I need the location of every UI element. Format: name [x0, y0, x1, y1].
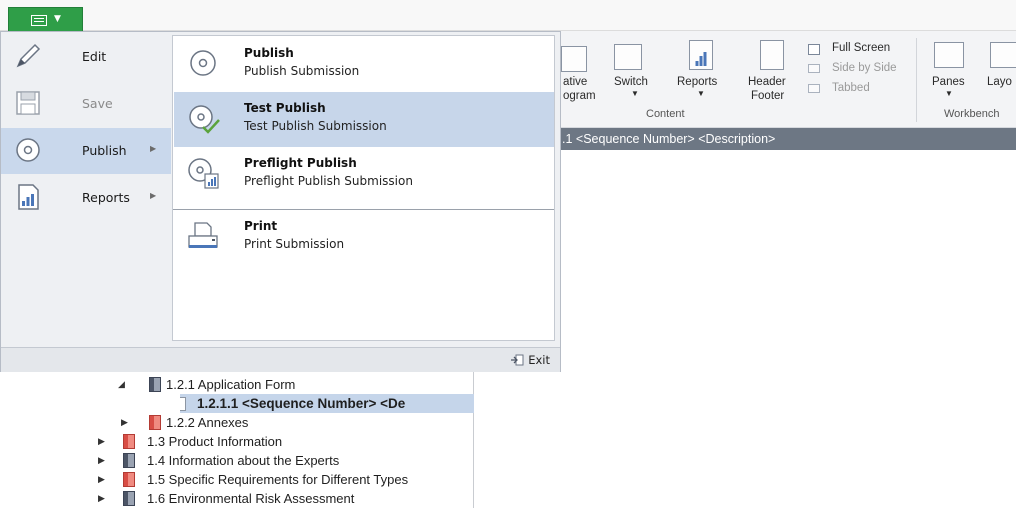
application-menu-button[interactable]: ▼	[8, 7, 83, 32]
submenu-item-description: Preflight Publish Submission	[244, 174, 413, 188]
expand-closed-icon[interactable]: ▶	[98, 451, 105, 470]
book-icon	[123, 453, 135, 468]
tree-row-label: 1.5 Specific Requirements for Different …	[147, 472, 409, 487]
switch-icon[interactable]	[614, 44, 642, 70]
chevron-down-icon[interactable]: ▼	[631, 89, 639, 98]
footer-label[interactable]: Footer	[751, 90, 784, 102]
book-icon	[123, 472, 135, 487]
tree-row[interactable]: ◢ 1.2.1 Application Form	[0, 375, 474, 394]
menu-item-label: Edit	[82, 49, 107, 64]
chevron-right-icon: ▶	[150, 191, 157, 200]
tree-row-label: 1.4 Information about the Experts	[147, 453, 340, 468]
book-icon	[123, 491, 135, 506]
menu-icon	[31, 15, 47, 26]
submenu-item-description: Test Publish Submission	[244, 119, 387, 133]
expand-closed-icon[interactable]: ▶	[98, 489, 105, 508]
page-icon	[180, 397, 186, 411]
layout-icon[interactable]	[990, 42, 1016, 68]
disc-check-icon	[189, 105, 220, 134]
chevron-right-icon: ▶	[150, 144, 157, 153]
submenu-item-title: Test Publish	[244, 101, 326, 115]
submenu-item-title: Publish	[244, 46, 294, 60]
submenu-item-preflight-publish[interactable]: Preflight Publish Preflight Publish Subm…	[174, 147, 554, 202]
menu-footer: Exit	[1, 347, 560, 372]
submenu-item-description: Print Submission	[244, 237, 345, 251]
ribbon-separator	[916, 38, 917, 122]
submenu-item-title: Print	[244, 219, 278, 233]
book-icon	[123, 434, 135, 449]
disc-chart-icon	[188, 158, 219, 189]
panes-icon[interactable]	[934, 42, 964, 68]
exit-button[interactable]: Exit	[510, 353, 550, 367]
ribbon-label-ative[interactable]: ative	[563, 76, 587, 88]
expand-open-icon[interactable]: ◢	[118, 375, 125, 394]
exit-label: Exit	[528, 353, 550, 367]
panes-button[interactable]: Panes	[932, 76, 965, 88]
group-label-workbench: Workbench	[944, 108, 1000, 120]
expand-closed-icon[interactable]: ▶	[121, 413, 128, 432]
pencil-icon	[16, 43, 41, 68]
layout-button[interactable]: Layo	[987, 76, 1012, 88]
chevron-down-icon: ▼	[54, 14, 61, 24]
submenu-item-print[interactable]: Print Print Submission	[174, 210, 554, 265]
ribbon-label-ogram[interactable]: ogram	[563, 90, 596, 102]
switch-button[interactable]: Switch	[614, 76, 648, 88]
tree-row-label: 1.2.1.1 <Sequence Number> <De	[197, 396, 406, 411]
group-label-content: Content	[646, 108, 685, 120]
disc-icon	[190, 50, 216, 76]
side-by-side-icon	[808, 64, 820, 73]
disc-icon	[16, 138, 40, 162]
submenu-item-publish[interactable]: Publish Publish Submission	[174, 37, 554, 92]
chevron-down-icon[interactable]: ▼	[945, 89, 953, 98]
tree-row-label: 1.3 Product Information	[147, 434, 283, 449]
menu-left-column: Edit Save Publish ▶ Reports ▶	[1, 32, 171, 347]
tree-row[interactable]: 1.2.1.1 <Sequence Number> <De	[180, 394, 474, 413]
menu-item-label: Save	[82, 96, 113, 111]
tree-row[interactable]: ▶ 1.5 Specific Requirements for Differen…	[0, 470, 474, 489]
publish-submenu: Publish Publish Submission Test Publish …	[172, 35, 555, 341]
header-footer-icon[interactable]	[760, 40, 784, 70]
tabbed-button[interactable]: Tabbed	[832, 82, 870, 94]
exit-icon	[511, 354, 524, 366]
menu-item-publish[interactable]: Publish ▶	[1, 128, 171, 174]
tree-row[interactable]: ▶ 1.3 Product Information	[0, 432, 474, 451]
submission-tree[interactable]: ◢ 1.2.1 Application Form 1.2.1.1 <Sequen…	[0, 372, 474, 508]
full-screen-icon[interactable]	[808, 44, 820, 55]
floppy-disk-icon	[16, 91, 40, 115]
printer-icon	[188, 222, 218, 248]
menu-item-label: Reports	[82, 190, 130, 205]
menu-item-reports[interactable]: Reports ▶	[1, 175, 171, 221]
program-icon[interactable]	[561, 46, 587, 72]
full-screen-button[interactable]: Full Screen	[832, 42, 890, 54]
tabbed-icon	[808, 84, 820, 93]
tree-row-label: 1.6 Environmental Risk Assessment	[147, 491, 355, 506]
tree-row[interactable]: ▶ 1.4 Information about the Experts	[0, 451, 474, 470]
ribbon-tab-strip	[0, 0, 1016, 31]
tree-row-label: 1.2.2 Annexes	[166, 415, 249, 430]
tree-row-label: 1.2.1 Application Form	[166, 377, 296, 392]
submenu-item-description: Publish Submission	[244, 64, 360, 78]
report-chart-icon	[18, 184, 39, 210]
tree-row[interactable]: ▶ 1.2.2 Annexes	[0, 413, 474, 432]
application-menu: Edit Save Publish ▶ Reports ▶ Publish Pu…	[0, 31, 561, 372]
expand-closed-icon[interactable]: ▶	[98, 432, 105, 451]
book-icon	[149, 415, 161, 430]
reports-button[interactable]: Reports	[677, 76, 717, 88]
book-icon	[149, 377, 161, 392]
reports-icon[interactable]	[689, 40, 713, 70]
header-label[interactable]: Header	[748, 76, 786, 88]
submenu-item-test-publish[interactable]: Test Publish Test Publish Submission	[174, 92, 554, 147]
side-by-side-button[interactable]: Side by Side	[832, 62, 897, 74]
submenu-item-title: Preflight Publish	[244, 156, 357, 170]
menu-item-edit[interactable]: Edit	[1, 34, 171, 80]
tree-row[interactable]: ▶ 1.6 Environmental Risk Assessment	[0, 489, 474, 508]
chevron-down-icon[interactable]: ▼	[697, 89, 705, 98]
document-title-bar: .1 <Sequence Number> <Description>	[560, 128, 1016, 150]
menu-item-label: Publish	[82, 143, 127, 158]
expand-closed-icon[interactable]: ▶	[98, 470, 105, 489]
menu-item-save[interactable]: Save	[1, 81, 171, 127]
